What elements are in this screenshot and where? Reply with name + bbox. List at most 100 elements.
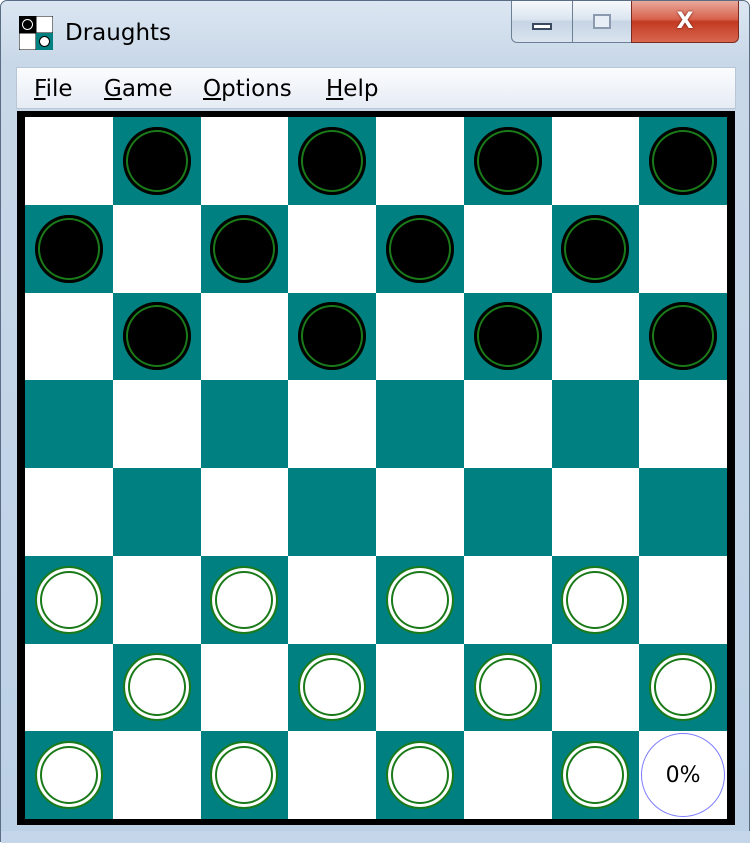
black-piece[interactable] bbox=[385, 214, 454, 283]
board-square[interactable] bbox=[639, 292, 727, 381]
board-square[interactable] bbox=[551, 731, 640, 819]
board-square[interactable] bbox=[551, 204, 640, 293]
board-square[interactable] bbox=[551, 292, 640, 381]
board-square[interactable] bbox=[551, 117, 640, 205]
board-square[interactable] bbox=[639, 380, 727, 468]
menu-options-mnemonic: O bbox=[203, 76, 222, 102]
board-square[interactable] bbox=[639, 117, 727, 205]
menu-help[interactable]: Help bbox=[326, 75, 378, 103]
board-square[interactable] bbox=[376, 643, 464, 732]
white-piece[interactable] bbox=[210, 565, 279, 634]
black-piece[interactable] bbox=[210, 214, 279, 283]
board-square[interactable] bbox=[112, 292, 201, 381]
board-square[interactable] bbox=[463, 117, 552, 205]
board-square[interactable] bbox=[288, 643, 376, 732]
board-square[interactable] bbox=[200, 468, 289, 556]
board-square[interactable] bbox=[551, 380, 640, 468]
board-square[interactable] bbox=[200, 731, 289, 819]
board-square[interactable] bbox=[463, 643, 552, 732]
board-square[interactable] bbox=[25, 117, 113, 205]
board-square[interactable] bbox=[288, 555, 376, 644]
board-square[interactable] bbox=[288, 117, 376, 205]
board-square[interactable] bbox=[200, 292, 289, 381]
board-square[interactable] bbox=[639, 204, 727, 293]
board-square[interactable] bbox=[463, 380, 552, 468]
board-square[interactable] bbox=[376, 292, 464, 381]
board-square[interactable] bbox=[112, 643, 201, 732]
board-square[interactable] bbox=[200, 643, 289, 732]
board-square[interactable] bbox=[463, 292, 552, 381]
minimize-button[interactable] bbox=[511, 1, 573, 43]
board-square[interactable] bbox=[376, 468, 464, 556]
black-piece[interactable] bbox=[122, 126, 191, 195]
board-square[interactable] bbox=[551, 468, 640, 556]
board-square[interactable] bbox=[112, 731, 201, 819]
maximize-button[interactable] bbox=[572, 1, 632, 43]
black-piece[interactable] bbox=[473, 302, 542, 371]
board-square[interactable] bbox=[639, 555, 727, 644]
white-piece[interactable] bbox=[385, 741, 454, 810]
board-square[interactable] bbox=[25, 468, 113, 556]
board-square[interactable] bbox=[200, 380, 289, 468]
board-square[interactable] bbox=[112, 380, 201, 468]
board-square[interactable] bbox=[25, 204, 113, 293]
white-piece[interactable] bbox=[298, 653, 367, 722]
white-piece[interactable] bbox=[34, 565, 103, 634]
window-title: Draughts bbox=[65, 20, 172, 46]
menu-options[interactable]: Options bbox=[203, 75, 292, 103]
board-square[interactable] bbox=[112, 117, 201, 205]
board-square[interactable] bbox=[112, 204, 201, 293]
white-piece[interactable] bbox=[561, 741, 630, 810]
board-square[interactable] bbox=[25, 643, 113, 732]
board-square[interactable] bbox=[200, 117, 289, 205]
black-piece[interactable] bbox=[298, 126, 367, 195]
thinking-progress-indicator: 0% bbox=[641, 733, 726, 818]
board-square[interactable] bbox=[639, 643, 727, 732]
white-piece[interactable] bbox=[210, 741, 279, 810]
white-piece[interactable] bbox=[122, 653, 191, 722]
board-square[interactable] bbox=[463, 731, 552, 819]
black-piece[interactable] bbox=[34, 214, 103, 283]
board-square[interactable] bbox=[376, 204, 464, 293]
board-square[interactable] bbox=[288, 731, 376, 819]
board-square[interactable] bbox=[288, 204, 376, 293]
board-square[interactable] bbox=[25, 292, 113, 381]
board-square[interactable] bbox=[551, 555, 640, 644]
board-square[interactable] bbox=[376, 555, 464, 644]
menu-game[interactable]: Game bbox=[104, 75, 172, 103]
black-piece[interactable] bbox=[561, 214, 630, 283]
board-square[interactable] bbox=[376, 731, 464, 819]
white-piece[interactable] bbox=[34, 741, 103, 810]
title-bar[interactable]: Draughts X bbox=[1, 1, 749, 63]
board-square[interactable] bbox=[25, 380, 113, 468]
board-square[interactable] bbox=[376, 380, 464, 468]
board-square[interactable] bbox=[463, 555, 552, 644]
board-square[interactable] bbox=[200, 204, 289, 293]
board-square[interactable] bbox=[288, 292, 376, 381]
board-square[interactable] bbox=[25, 731, 113, 819]
board-square[interactable] bbox=[639, 468, 727, 556]
black-piece[interactable] bbox=[473, 126, 542, 195]
board-square[interactable]: 0% bbox=[639, 731, 727, 819]
board-square[interactable] bbox=[112, 555, 201, 644]
white-piece[interactable] bbox=[561, 565, 630, 634]
board-square[interactable] bbox=[200, 555, 289, 644]
white-piece[interactable] bbox=[473, 653, 542, 722]
board-square[interactable] bbox=[463, 204, 552, 293]
board-square[interactable] bbox=[376, 117, 464, 205]
menu-file[interactable]: File bbox=[34, 75, 73, 103]
black-piece[interactable] bbox=[649, 126, 718, 195]
black-piece[interactable] bbox=[649, 302, 718, 371]
close-button[interactable]: X bbox=[631, 1, 739, 43]
white-piece[interactable] bbox=[649, 653, 718, 722]
board-square[interactable] bbox=[112, 468, 201, 556]
white-piece[interactable] bbox=[385, 565, 454, 634]
board-square[interactable] bbox=[551, 643, 640, 732]
board-square[interactable] bbox=[463, 468, 552, 556]
board-square[interactable] bbox=[288, 380, 376, 468]
black-piece[interactable] bbox=[122, 302, 191, 371]
draughts-board[interactable]: 0% bbox=[25, 117, 727, 819]
board-square[interactable] bbox=[25, 555, 113, 644]
board-square[interactable] bbox=[288, 468, 376, 556]
black-piece[interactable] bbox=[298, 302, 367, 371]
